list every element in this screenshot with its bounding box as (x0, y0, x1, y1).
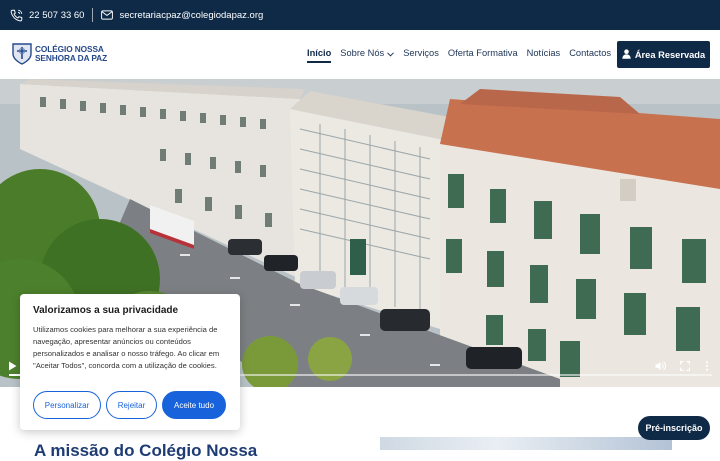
email-contact[interactable]: secretariacpaz@colegiodapaz.org (101, 10, 263, 21)
top-contact-bar: 22 507 33 60 secretariacpaz@colegiodapaz… (0, 0, 720, 30)
crest-icon (11, 42, 33, 66)
school-name: COLÉGIO NOSSA SENHORA DA PAZ (35, 45, 107, 63)
reserved-area-label: Área Reservada (634, 49, 706, 60)
menu: Início Sobre Nós Serviços Oferta Formati… (307, 48, 611, 62)
mission-heading: A missão do Colégio Nossa (34, 441, 258, 460)
phone-number: 22 507 33 60 (29, 9, 85, 21)
nav-item-oferta-formativa[interactable]: Oferta Formativa (448, 48, 518, 59)
nav-item-inicio[interactable]: Início (307, 48, 332, 62)
reserved-area-button[interactable]: Área Reservada (617, 41, 710, 68)
cookie-text: Utilizamos cookies para melhorar a sua e… (33, 325, 220, 370)
customize-button[interactable]: Personalizar (33, 391, 101, 419)
phone-contact[interactable]: 22 507 33 60 (10, 9, 84, 22)
pre-inscription-button[interactable]: Pré-inscrição (638, 416, 710, 440)
main-navigation: COLÉGIO NOSSA SENHORA DA PAZ Início Sobr… (0, 30, 720, 79)
fullscreen-icon[interactable] (680, 358, 690, 376)
cookie-consent-banner: Valorizamos a sua privacidade Utilizamos… (20, 294, 240, 430)
more-options-icon[interactable] (705, 358, 709, 376)
divider (92, 8, 94, 22)
play-icon[interactable] (8, 358, 17, 376)
nav-item-noticias[interactable]: Notícias (527, 48, 561, 59)
user-icon (622, 48, 631, 61)
nav-item-contactos[interactable]: Contactos (569, 48, 611, 59)
cookie-title: Valorizamos a sua privacidade (33, 305, 179, 316)
school-name-line2: SENHORA DA PAZ (35, 53, 108, 63)
accept-all-button[interactable]: Aceite tudo (162, 391, 226, 419)
cookie-buttons: Personalizar Rejeitar Aceite tudo (33, 391, 226, 419)
reject-button[interactable]: Rejeitar (106, 391, 157, 419)
volume-icon[interactable] (655, 358, 666, 376)
email-address: secretariacpaz@colegiodapaz.org (119, 9, 264, 21)
nav-item-servicos[interactable]: Serviços (403, 48, 439, 59)
school-logo[interactable]: COLÉGIO NOSSA SENHORA DA PAZ (11, 42, 107, 66)
chevron-down-icon (387, 49, 395, 59)
nav-item-label: Sobre Nós (340, 48, 385, 58)
mail-icon (101, 10, 114, 20)
nav-item-sobre-nos[interactable]: Sobre Nós (340, 48, 395, 59)
mission-image (380, 437, 672, 450)
phone-icon (10, 9, 23, 22)
